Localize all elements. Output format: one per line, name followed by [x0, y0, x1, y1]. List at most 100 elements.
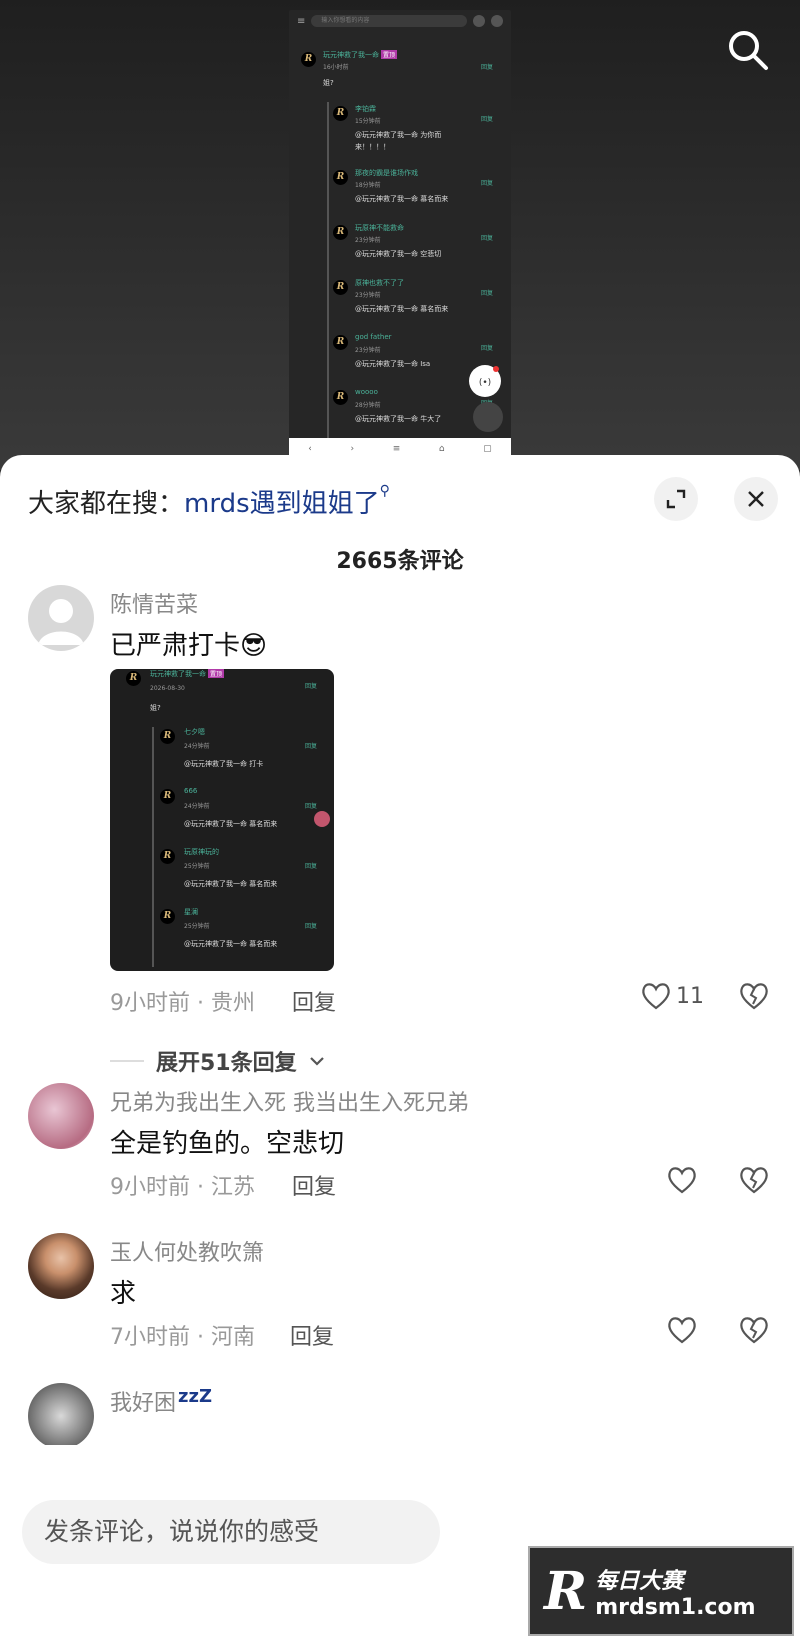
- mini-reply: 回复: [481, 64, 494, 71]
- mini-time: 23分钟前: [355, 237, 381, 244]
- hot-search[interactable]: 大家都在搜：mrds遇到姐姐了⚲: [28, 483, 390, 520]
- heart-icon: [642, 983, 670, 1010]
- avatar: R: [333, 225, 348, 240]
- hot-search-link[interactable]: mrds遇到姐姐了: [184, 489, 380, 519]
- screenshot-avatar: [491, 15, 503, 27]
- comment-username[interactable]: 玉人何处教吹箫: [110, 1235, 264, 1267]
- mini-time: 2026-08-30: [150, 685, 185, 692]
- back-icon: ‹: [308, 444, 312, 454]
- avatar: R: [333, 335, 348, 350]
- expand-button[interactable]: [654, 477, 698, 521]
- avatar: R: [301, 52, 316, 67]
- mini-text: @玩元神救了我一命 打卡: [184, 760, 264, 768]
- broken-heart-icon: [740, 1167, 768, 1194]
- mini-text: 姐?: [150, 704, 161, 712]
- sticker-icon: [314, 811, 330, 827]
- mini-time: 23分钟前: [355, 292, 381, 299]
- video-area[interactable]: ≡ 输入你想看的内容 R 玩元神救了我一命 置顶 16小时前 姐? 回复 R 李铂…: [0, 0, 800, 470]
- home-icon: ⌂: [438, 444, 445, 454]
- mini-user: 星澜: [184, 908, 198, 916]
- screenshot-reply: R 李铂霖 15分钟前 @玩元神救了我一命 为你而 来！！！！ 回复: [289, 102, 511, 166]
- tabs-icon: ▢: [483, 444, 492, 454]
- like-button[interactable]: [666, 1315, 698, 1345]
- divider: [110, 1060, 144, 1062]
- screenshot-main-comment: R 玩元神救了我一命 置顶 16小时前 姐? 回复: [289, 32, 511, 102]
- close-button[interactable]: [734, 477, 778, 521]
- avatar: R: [160, 789, 175, 804]
- comment-time-location: 9小时前 · 江苏: [110, 1175, 255, 1200]
- mini-user: 原神也救不了了: [355, 279, 404, 287]
- screenshot-topbar: ≡ 输入你想看的内容: [289, 10, 511, 32]
- mini-text: @玩元神救了我一命 慕名而来: [355, 195, 449, 203]
- dislike-button[interactable]: [738, 981, 770, 1015]
- avatar: R: [160, 909, 175, 924]
- mini-time: 28分钟前: [355, 402, 381, 409]
- watermark-logo: R: [544, 1560, 588, 1622]
- avatar: R: [333, 390, 348, 405]
- mini-text: @玩元神救了我一命 慕名而来: [184, 880, 278, 888]
- comment-input[interactable]: 发条评论，说说你的感受: [22, 1500, 440, 1564]
- comment-image[interactable]: R 玩元神救了我一命 置顶 2026-08-30 姐? 回复 R 七夕嗯 24分钟…: [110, 669, 334, 971]
- like-button[interactable]: 11: [640, 981, 704, 1011]
- mini-reply: 回复: [481, 180, 494, 187]
- comment-item: 我好困 zzZ: [0, 1383, 800, 1445]
- watermark: R 每日大赛 mrdsm1.com: [528, 1546, 794, 1636]
- avatar[interactable]: [28, 1233, 94, 1299]
- like-count: 11: [676, 983, 704, 1009]
- mini-reply: 回复: [305, 803, 318, 810]
- like-button[interactable]: [666, 1165, 698, 1195]
- search-icon[interactable]: [726, 28, 770, 72]
- scroll-top-icon: [473, 402, 503, 432]
- comment-text: 求: [110, 1279, 137, 1309]
- mini-text: @玩元神救了我一命 为你而: [355, 131, 442, 139]
- avatar: R: [160, 729, 175, 744]
- reply-button[interactable]: 回复: [292, 1169, 336, 1201]
- dislike-button[interactable]: [738, 1165, 770, 1199]
- heart-icon: [668, 1317, 696, 1344]
- mini-tag: 置顶: [208, 669, 225, 678]
- mini-reply: 回复: [481, 345, 494, 352]
- avatar[interactable]: [28, 1383, 94, 1445]
- comment-time-location: 7小时前 · 河南: [110, 1325, 255, 1350]
- mini-user: 玩元神救了我一命: [323, 51, 379, 59]
- thread-line: [152, 727, 154, 967]
- mini-user: god father: [355, 333, 392, 341]
- mini-reply: 回复: [305, 683, 318, 690]
- avatar[interactable]: [28, 585, 94, 651]
- close-icon: [748, 491, 764, 507]
- broken-heart-icon: [740, 983, 768, 1010]
- screenshot-reply: R 玩原神不能救命 23分钟前 @玩元神救了我一命 空悲切 回复: [289, 221, 511, 276]
- avatar: R: [333, 170, 348, 185]
- reply-button[interactable]: 回复: [290, 1319, 334, 1351]
- dislike-button[interactable]: [738, 1315, 770, 1349]
- screenshot-reply: R 原神也救不了了 23分钟前 @玩元神救了我一命 慕名而来 回复: [289, 276, 511, 331]
- mini-reply: 回复: [305, 743, 318, 750]
- mini-user: 666: [184, 787, 198, 795]
- screenshot-image: ≡ 输入你想看的内容 R 玩元神救了我一命 置顶 16小时前 姐? 回复 R 李铂…: [289, 10, 511, 460]
- watermark-line1: 每日大赛: [595, 1568, 684, 1594]
- menu-icon: ≡: [297, 15, 306, 27]
- mini-text: @玩元神救了我一命 慕名而来: [184, 940, 278, 948]
- reply-button[interactable]: 回复: [292, 985, 336, 1017]
- mini-user: 玩元神救了我一命: [150, 670, 206, 678]
- mini-time: 24分钟前: [184, 803, 210, 810]
- mini-user: 玩原神玩的: [184, 848, 219, 856]
- search-icon: ⚲: [379, 483, 390, 499]
- mini-text: @玩元神救了我一命 慕名而来: [355, 305, 449, 313]
- mini-text: @玩元神救了我一命 牛大了: [355, 415, 442, 423]
- avatar[interactable]: [28, 1083, 94, 1149]
- mini-reply: 回复: [481, 290, 494, 297]
- mini-text: 来！！！！: [355, 143, 390, 151]
- mini-time: 24分钟前: [184, 743, 210, 750]
- comment-username[interactable]: 陈情苦菜: [110, 587, 198, 619]
- mini-text: 姐?: [323, 79, 334, 87]
- mini-user: 玩原神不能救命: [355, 224, 404, 232]
- avatar: R: [126, 671, 141, 686]
- expand-replies-button[interactable]: 展开51条回复: [110, 1045, 325, 1077]
- sleep-emoji: zzZ: [178, 1385, 213, 1407]
- mini-user: 七夕嗯: [184, 728, 205, 736]
- comment-username[interactable]: 兄弟为我出生入死 我当出生入死兄弟: [110, 1085, 469, 1117]
- mini-reply: 回复: [305, 863, 318, 870]
- mini-tag: 置顶: [381, 50, 398, 59]
- comment-text: 全是钓鱼的。空悲切: [110, 1129, 345, 1159]
